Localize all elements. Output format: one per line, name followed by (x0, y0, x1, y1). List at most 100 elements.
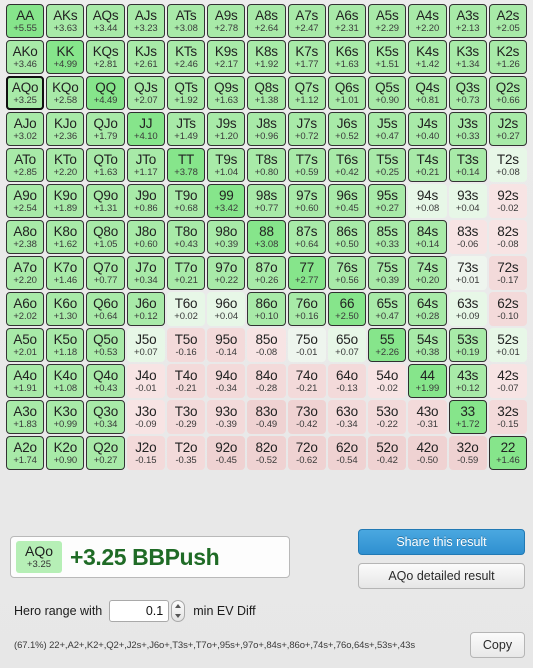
hand-cell-jto[interactable]: JTo +1.17 (126, 148, 165, 182)
hand-cell-a5s[interactable]: A5s +2.29 (368, 4, 407, 38)
hand-cell-a9s[interactable]: A9s +2.78 (207, 4, 246, 38)
hand-cell-t4s[interactable]: T4s +0.21 (408, 148, 447, 182)
hand-cell-73s[interactable]: 73s +0.01 (448, 256, 487, 290)
hand-cell-a8o[interactable]: A8o +2.38 (6, 220, 45, 254)
hand-cell-72s[interactable]: 72s -0.17 (488, 256, 527, 290)
hand-cell-kqo[interactable]: KQo +2.58 (46, 76, 85, 110)
hand-cell-j2o[interactable]: J2o -0.15 (126, 436, 165, 470)
hand-cell-86s[interactable]: 86s +0.50 (327, 220, 367, 254)
hand-cell-a4o[interactable]: A4o +1.91 (6, 364, 45, 398)
hand-cell-k9o[interactable]: K9o +1.89 (46, 184, 85, 218)
hand-cell-a6s[interactable]: A6s +2.31 (327, 4, 367, 38)
hand-cell-j5o[interactable]: J5o +0.07 (126, 328, 165, 362)
hand-cell-qjo[interactable]: QJo +1.79 (86, 112, 125, 146)
hand-cell-j3s[interactable]: J3s +0.33 (448, 112, 487, 146)
hand-cell-62s[interactable]: 62s -0.10 (488, 292, 527, 326)
hand-cell-a7s[interactable]: A7s +2.47 (287, 4, 326, 38)
hand-cell-87o[interactable]: 87o +0.26 (247, 256, 286, 290)
hand-cell-k5s[interactable]: K5s +1.51 (368, 40, 407, 74)
hand-cell-32s[interactable]: 32s -0.15 (488, 400, 527, 434)
stepper-up-icon[interactable] (175, 604, 182, 608)
hand-cell-qq[interactable]: QQ +4.49 (86, 76, 125, 110)
hand-cell-75o[interactable]: 75o -0.01 (287, 328, 326, 362)
hand-cell-t6o[interactable]: T6o +0.02 (166, 292, 206, 326)
hand-cell-ato[interactable]: ATo +2.85 (6, 148, 45, 182)
hand-cell-aqo[interactable]: AQo +3.25 (6, 76, 45, 110)
hand-cell-k8s[interactable]: K8s +1.92 (247, 40, 286, 74)
hand-cell-96o[interactable]: 96o +0.04 (207, 292, 246, 326)
hand-cell-k8o[interactable]: K8o +1.62 (46, 220, 85, 254)
hand-cell-j6o[interactable]: J6o +0.12 (126, 292, 165, 326)
hand-cell-j7o[interactable]: J7o +0.34 (126, 256, 165, 290)
hand-cell-q4o[interactable]: Q4o +0.43 (86, 364, 125, 398)
hand-cell-a8s[interactable]: A8s +2.64 (247, 4, 286, 38)
hand-cell-ako[interactable]: AKo +3.46 (6, 40, 45, 74)
hand-cell-t5o[interactable]: T5o -0.16 (166, 328, 206, 362)
hand-cell-96s[interactable]: 96s +0.45 (327, 184, 367, 218)
hand-cell-k3s[interactable]: K3s +1.34 (448, 40, 487, 74)
hand-cell-87s[interactable]: 87s +0.64 (287, 220, 326, 254)
hand-cell-kk[interactable]: KK +4.99 (46, 40, 85, 74)
hand-cell-52s[interactable]: 52s +0.01 (488, 328, 527, 362)
hand-cell-j6s[interactable]: J6s +0.52 (327, 112, 367, 146)
hand-cell-kjs[interactable]: KJs +2.61 (126, 40, 165, 74)
hand-cell-63s[interactable]: 63s +0.09 (448, 292, 487, 326)
hand-cell-t8o[interactable]: T8o +0.43 (166, 220, 206, 254)
hand-cell-q5o[interactable]: Q5o +0.53 (86, 328, 125, 362)
hand-cell-k7o[interactable]: K7o +1.46 (46, 256, 85, 290)
hand-cell-86o[interactable]: 86o +0.10 (247, 292, 286, 326)
hand-cell-jts[interactable]: JTs +1.49 (166, 112, 206, 146)
hand-cell-62o[interactable]: 62o -0.54 (327, 436, 367, 470)
hand-cell-98o[interactable]: 98o +0.39 (207, 220, 246, 254)
hand-cell-j3o[interactable]: J3o -0.09 (126, 400, 165, 434)
hand-cell-93o[interactable]: 93o -0.39 (207, 400, 246, 434)
hand-cell-q6o[interactable]: Q6o +0.64 (86, 292, 125, 326)
hand-cell-q2o[interactable]: Q2o +0.27 (86, 436, 125, 470)
hand-cell-43s[interactable]: 43s +0.12 (448, 364, 487, 398)
hand-cell-qts[interactable]: QTs +1.92 (166, 76, 206, 110)
hand-cell-tt[interactable]: TT +3.78 (166, 148, 206, 182)
hand-cell-94o[interactable]: 94o -0.34 (207, 364, 246, 398)
hand-cell-82o[interactable]: 82o -0.52 (247, 436, 286, 470)
hand-cell-84o[interactable]: 84o -0.28 (247, 364, 286, 398)
hand-cell-54o[interactable]: 54o -0.02 (368, 364, 407, 398)
hand-cell-a9o[interactable]: A9o +2.54 (6, 184, 45, 218)
hand-cell-77[interactable]: 77 +2.77 (287, 256, 326, 290)
hand-cell-q9o[interactable]: Q9o +1.31 (86, 184, 125, 218)
hand-cell-j8s[interactable]: J8s +0.96 (247, 112, 286, 146)
hand-cell-q7s[interactable]: Q7s +1.12 (287, 76, 326, 110)
hand-cell-85o[interactable]: 85o -0.08 (247, 328, 286, 362)
hand-cell-a2s[interactable]: A2s +2.05 (488, 4, 527, 38)
hand-cell-64s[interactable]: 64s +0.28 (408, 292, 447, 326)
hand-cell-kto[interactable]: KTo +2.20 (46, 148, 85, 182)
hand-cell-q3s[interactable]: Q3s +0.73 (448, 76, 487, 110)
hand-cell-44[interactable]: 44 +1.99 (408, 364, 447, 398)
hand-cell-42o[interactable]: 42o -0.50 (408, 436, 447, 470)
hand-cell-ats[interactable]: ATs +3.08 (166, 4, 206, 38)
hand-cell-32o[interactable]: 32o -0.59 (448, 436, 487, 470)
min-ev-diff-input[interactable] (109, 600, 170, 622)
hand-cell-k2s[interactable]: K2s +1.26 (488, 40, 527, 74)
hand-cell-k9s[interactable]: K9s +2.17 (207, 40, 246, 74)
hand-cell-t7s[interactable]: T7s +0.59 (287, 148, 326, 182)
hand-cell-j2s[interactable]: J2s +0.27 (488, 112, 527, 146)
hand-cell-33[interactable]: 33 +1.72 (448, 400, 487, 434)
hand-cell-q9s[interactable]: Q9s +1.63 (207, 76, 246, 110)
hand-cell-52o[interactable]: 52o -0.42 (368, 436, 407, 470)
hand-cell-22[interactable]: 22 +1.46 (488, 436, 527, 470)
hand-cell-53s[interactable]: 53s +0.19 (448, 328, 487, 362)
hand-cell-q8o[interactable]: Q8o +1.05 (86, 220, 125, 254)
hand-cell-97s[interactable]: 97s +0.60 (287, 184, 326, 218)
hand-cell-a7o[interactable]: A7o +2.20 (6, 256, 45, 290)
hand-cell-84s[interactable]: 84s +0.14 (408, 220, 447, 254)
hand-cell-63o[interactable]: 63o -0.34 (327, 400, 367, 434)
hand-cell-83o[interactable]: 83o -0.49 (247, 400, 286, 434)
hand-cell-95s[interactable]: 95s +0.27 (368, 184, 407, 218)
hand-cell-75s[interactable]: 75s +0.39 (368, 256, 407, 290)
hand-cell-a3o[interactable]: A3o +1.83 (6, 400, 45, 434)
copy-button[interactable]: Copy (470, 632, 525, 658)
hand-cell-j8o[interactable]: J8o +0.60 (126, 220, 165, 254)
hand-cell-65o[interactable]: 65o +0.07 (327, 328, 367, 362)
hand-cell-j4o[interactable]: J4o -0.01 (126, 364, 165, 398)
hand-cell-t7o[interactable]: T7o +0.21 (166, 256, 206, 290)
